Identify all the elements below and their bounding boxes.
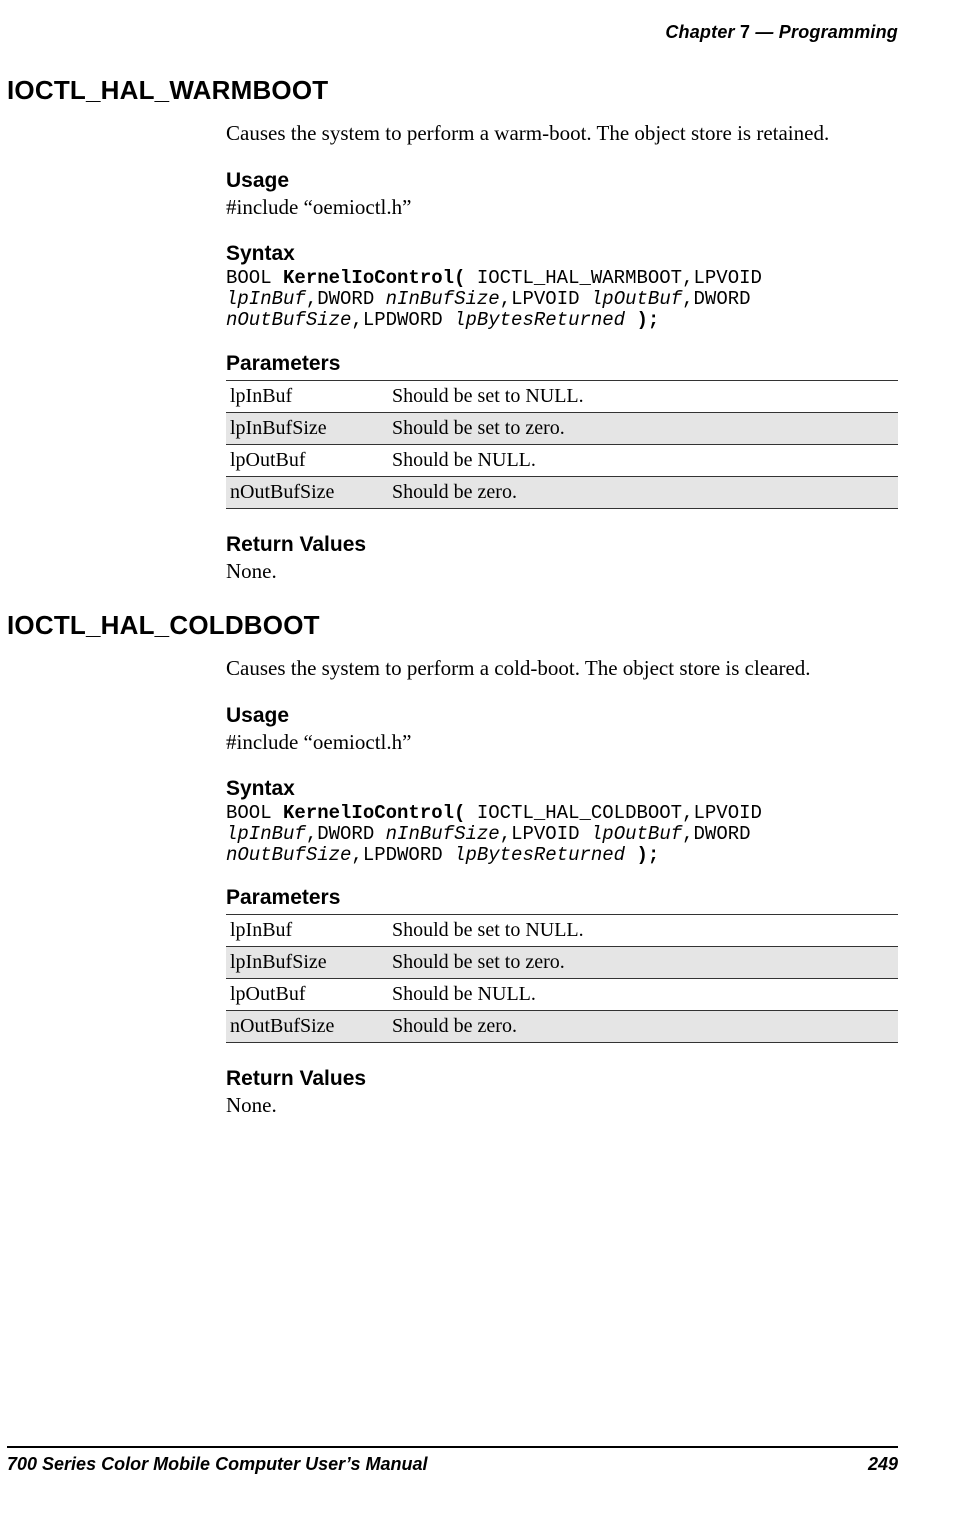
- usage-text: #include “oemioctl.h”: [226, 730, 898, 755]
- chapter-word: Chapter: [665, 22, 734, 42]
- syntax-block: BOOL KernelIoControl( IOCTL_HAL_WARMBOOT…: [226, 268, 898, 332]
- table-row: nOutBufSize Should be zero.: [226, 476, 898, 508]
- section-desc: Causes the system to perform a cold-boot…: [226, 655, 898, 682]
- param-desc: Should be zero.: [388, 476, 898, 508]
- syntax-block: BOOL KernelIoControl( IOCTL_HAL_COLDBOOT…: [226, 803, 898, 867]
- syntax-token: BOOL: [226, 267, 283, 289]
- syntax-token: );: [625, 309, 659, 331]
- param-name: lpOutBuf: [226, 444, 388, 476]
- param-desc: Should be set to NULL.: [388, 915, 898, 947]
- table-row: lpInBuf Should be set to NULL.: [226, 915, 898, 947]
- syntax-token: ,LPVOID: [500, 288, 591, 310]
- section-desc: Causes the system to perform a warm-boot…: [226, 120, 898, 147]
- syntax-token: KernelIoControl(: [283, 802, 465, 824]
- param-name: nOutBufSize: [226, 476, 388, 508]
- syntax-token: ,LPVOID: [500, 823, 591, 845]
- param-desc: Should be set to zero.: [388, 947, 898, 979]
- param-desc: Should be set to zero.: [388, 412, 898, 444]
- usage-heading: Usage: [226, 704, 898, 728]
- chapter-number: 7: [740, 22, 750, 42]
- param-desc: Should be zero.: [388, 1011, 898, 1043]
- table-row: lpOutBuf Should be NULL.: [226, 444, 898, 476]
- syntax-token: );: [625, 844, 659, 866]
- syntax-token: ,DWORD: [306, 823, 386, 845]
- syntax-token: BOOL: [226, 802, 283, 824]
- syntax-token: IOCTL_HAL_COLDBOOT,LPVOID: [465, 802, 761, 824]
- param-name: lpInBufSize: [226, 947, 388, 979]
- parameters-table: lpInBuf Should be set to NULL. lpInBufSi…: [226, 380, 898, 509]
- param-desc: Should be set to NULL.: [388, 380, 898, 412]
- param-name: lpOutBuf: [226, 979, 388, 1011]
- manual-title: 700 Series Color Mobile Computer User’s …: [7, 1454, 427, 1475]
- syntax-heading: Syntax: [226, 242, 898, 266]
- syntax-token: nInBufSize: [386, 823, 500, 845]
- header-dash: —: [755, 22, 773, 42]
- syntax-token: lpBytesReturned: [454, 309, 625, 331]
- syntax-token: lpInBuf: [226, 288, 306, 310]
- syntax-token: lpOutBuf: [591, 823, 682, 845]
- section-title-coldboot: IOCTL_HAL_COLDBOOT: [7, 610, 898, 641]
- syntax-heading: Syntax: [226, 777, 898, 801]
- table-row: lpInBufSize Should be set to zero.: [226, 947, 898, 979]
- syntax-token: lpBytesReturned: [454, 844, 625, 866]
- return-values-heading: Return Values: [226, 1067, 898, 1091]
- syntax-token: IOCTL_HAL_WARMBOOT,LPVOID: [465, 267, 761, 289]
- chapter-title: Programming: [779, 22, 898, 42]
- return-values-text: None.: [226, 1093, 898, 1118]
- syntax-token: ,DWORD: [682, 288, 750, 310]
- table-row: lpOutBuf Should be NULL.: [226, 979, 898, 1011]
- running-header: Chapter 7 — Programming: [665, 22, 898, 43]
- param-desc: Should be NULL.: [388, 979, 898, 1011]
- syntax-token: ,LPDWORD: [351, 309, 454, 331]
- section-body-warmboot: Causes the system to perform a warm-boot…: [226, 120, 898, 584]
- syntax-token: nOutBufSize: [226, 844, 351, 866]
- syntax-token: lpOutBuf: [591, 288, 682, 310]
- parameters-heading: Parameters: [226, 352, 898, 376]
- return-values-text: None.: [226, 559, 898, 584]
- syntax-token: nInBufSize: [386, 288, 500, 310]
- usage-text: #include “oemioctl.h”: [226, 195, 898, 220]
- syntax-token: lpInBuf: [226, 823, 306, 845]
- section-title-warmboot: IOCTL_HAL_WARMBOOT: [7, 75, 898, 106]
- table-row: lpInBufSize Should be set to zero.: [226, 412, 898, 444]
- table-row: lpInBuf Should be set to NULL.: [226, 380, 898, 412]
- syntax-token: KernelIoControl(: [283, 267, 465, 289]
- page-number: 249: [868, 1454, 898, 1475]
- param-name: nOutBufSize: [226, 1011, 388, 1043]
- parameters-table: lpInBuf Should be set to NULL. lpInBufSi…: [226, 914, 898, 1043]
- return-values-heading: Return Values: [226, 533, 898, 557]
- syntax-token: ,DWORD: [306, 288, 386, 310]
- usage-heading: Usage: [226, 169, 898, 193]
- document-page: Chapter 7 — Programming IOCTL_HAL_WARMBO…: [0, 0, 976, 1519]
- table-row: nOutBufSize Should be zero.: [226, 1011, 898, 1043]
- page-footer: 700 Series Color Mobile Computer User’s …: [7, 1446, 898, 1475]
- section-body-coldboot: Causes the system to perform a cold-boot…: [226, 655, 898, 1119]
- param-name: lpInBuf: [226, 380, 388, 412]
- syntax-token: ,LPDWORD: [351, 844, 454, 866]
- param-name: lpInBuf: [226, 915, 388, 947]
- parameters-heading: Parameters: [226, 886, 898, 910]
- param-name: lpInBufSize: [226, 412, 388, 444]
- syntax-token: ,DWORD: [682, 823, 750, 845]
- page-content: IOCTL_HAL_WARMBOOT Causes the system to …: [7, 75, 898, 1144]
- syntax-token: nOutBufSize: [226, 309, 351, 331]
- param-desc: Should be NULL.: [388, 444, 898, 476]
